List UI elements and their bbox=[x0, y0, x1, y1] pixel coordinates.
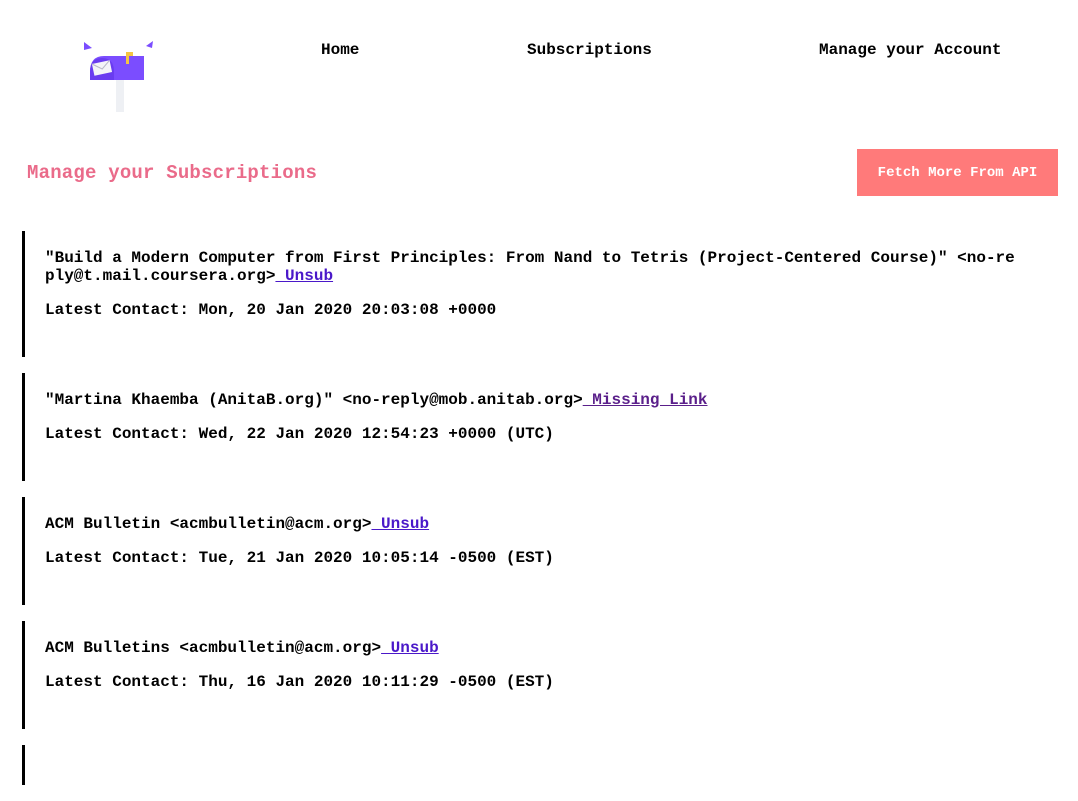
subscription-item: "Build a Modern Computer from First Prin… bbox=[22, 231, 1042, 357]
subscription-sender: "Build a Modern Computer from First Prin… bbox=[45, 249, 1020, 285]
fetch-more-button[interactable]: Fetch More From API bbox=[857, 149, 1058, 196]
unsubscribe-link[interactable]: Unsub bbox=[371, 515, 429, 533]
unsubscribe-link[interactable]: Unsub bbox=[275, 267, 333, 285]
latest-contact: Latest Contact: Wed, 22 Jan 2020 12:54:2… bbox=[45, 425, 554, 443]
subscription-sender: ACM Bulletins <acmbulletin@acm.org> Unsu… bbox=[45, 639, 1020, 657]
subscription-item: ACM Bulletin <acmbulletin@acm.org> Unsub… bbox=[22, 497, 1042, 605]
sender-text: "Build a Modern Computer from First Prin… bbox=[45, 249, 1015, 285]
mailbox-icon[interactable] bbox=[80, 38, 160, 114]
subscription-item: ACM Bulletins <acmbulletin@acm.org> Unsu… bbox=[22, 621, 1042, 729]
page-title: Manage your Subscriptions bbox=[27, 162, 318, 184]
latest-contact: Latest Contact: Thu, 16 Jan 2020 10:11:2… bbox=[45, 673, 554, 691]
sender-text: ACM Bulletin <acmbulletin@acm.org> bbox=[45, 515, 372, 533]
sender-text: "Martina Khaemba (AnitaB.org)" <no-reply… bbox=[45, 391, 583, 409]
nav-manage-account-link[interactable]: Manage your Account bbox=[819, 41, 1001, 59]
unsubscribe-link[interactable]: Unsub bbox=[381, 639, 439, 657]
nav-subscriptions-link[interactable]: Subscriptions bbox=[527, 41, 652, 59]
subscription-list: "Build a Modern Computer from First Prin… bbox=[22, 231, 1042, 801]
subscription-item bbox=[22, 745, 1042, 785]
subscription-sender: ACM Bulletin <acmbulletin@acm.org> Unsub bbox=[45, 515, 1020, 533]
missing-link[interactable]: Missing Link bbox=[583, 391, 707, 409]
subscription-sender: "Martina Khaemba (AnitaB.org)" <no-reply… bbox=[45, 391, 1020, 409]
sender-text: ACM Bulletins <acmbulletin@acm.org> bbox=[45, 639, 382, 657]
latest-contact: Latest Contact: Tue, 21 Jan 2020 10:05:1… bbox=[45, 549, 554, 567]
latest-contact: Latest Contact: Mon, 20 Jan 2020 20:03:0… bbox=[45, 301, 497, 319]
top-navigation: Home Subscriptions Manage your Account bbox=[0, 0, 1078, 120]
nav-home-link[interactable]: Home bbox=[321, 41, 359, 59]
subscription-item: "Martina Khaemba (AnitaB.org)" <no-reply… bbox=[22, 373, 1042, 481]
